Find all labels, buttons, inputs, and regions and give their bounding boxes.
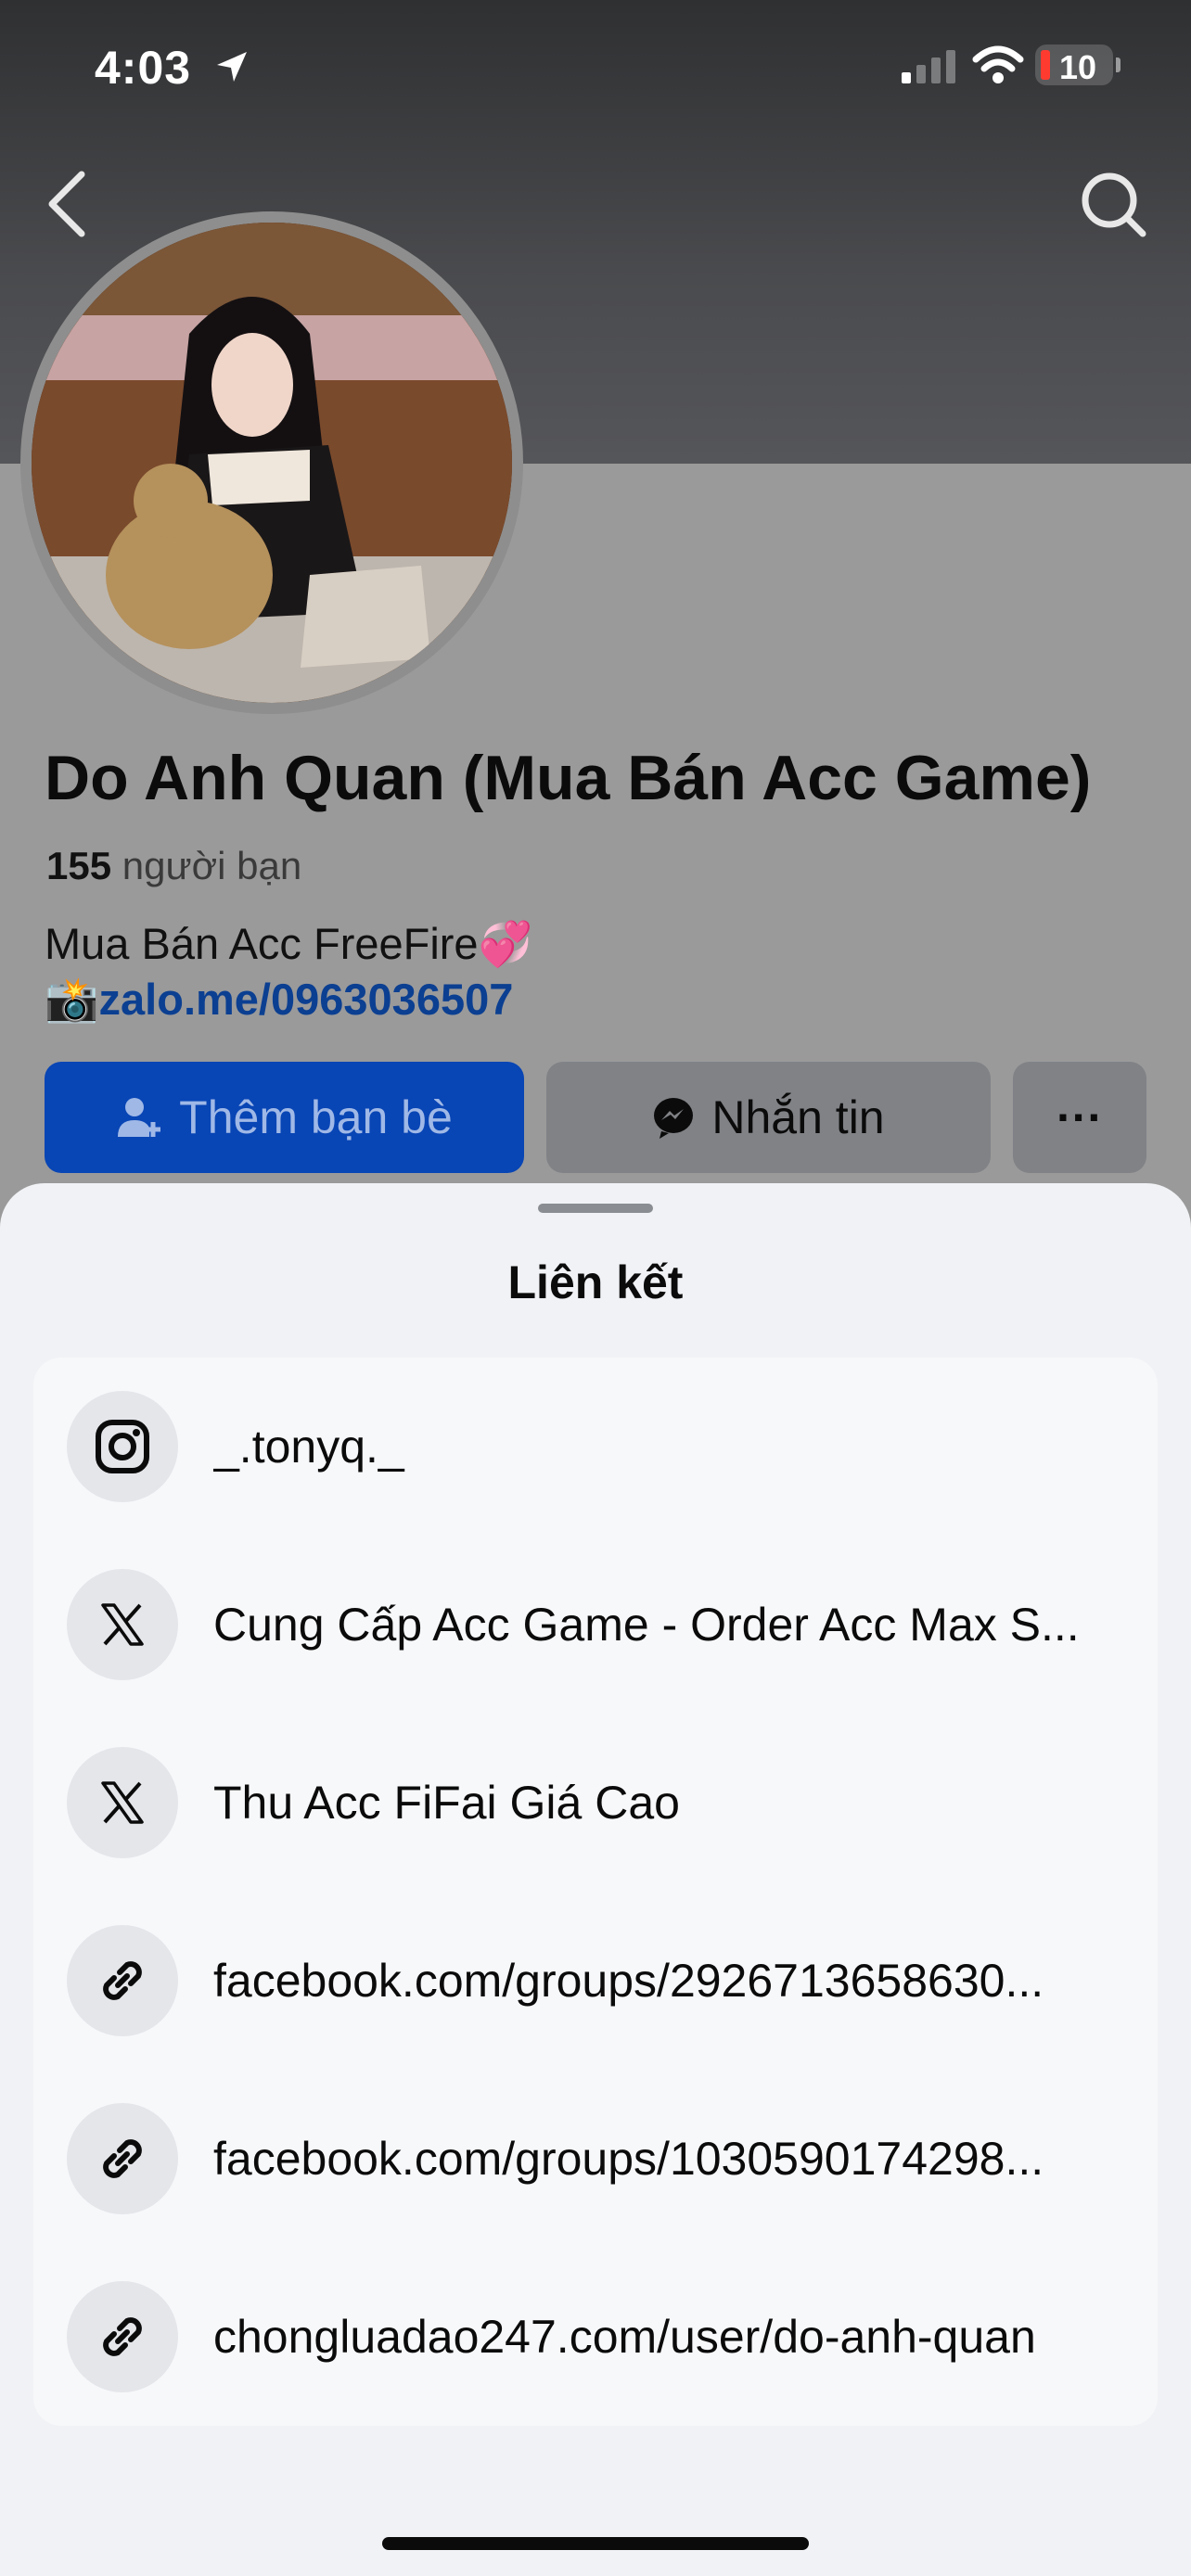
status-time: 4:03 bbox=[95, 42, 192, 94]
messenger-icon bbox=[654, 1098, 694, 1139]
link-row-x[interactable]: Thu Acc FiFai Giá Cao bbox=[33, 1714, 1158, 1892]
links-bottom-sheet: Liên kết _.tonyq._ Cung Cấp Acc Game - O… bbox=[0, 1183, 1191, 2576]
link-icon bbox=[67, 2103, 178, 2214]
bio-link[interactable]: zalo.me/0963036507 bbox=[99, 975, 514, 1024]
link-row-instagram[interactable]: _.tonyq._ bbox=[33, 1358, 1158, 1536]
sheet-title: Liên kết bbox=[507, 1256, 684, 1308]
cellular-signal-icon bbox=[902, 50, 955, 83]
links-list: _.tonyq._ Cung Cấp Acc Game - Order Acc … bbox=[33, 1358, 1158, 2426]
friends-count[interactable]: 155 người bạn bbox=[46, 844, 301, 888]
bio-text: Mua Bán Acc FreeFire💞 bbox=[45, 919, 533, 968]
link-row-url[interactable]: facebook.com/groups/1030590174298... bbox=[33, 2070, 1158, 2248]
home-indicator[interactable] bbox=[382, 2537, 809, 2550]
wifi-icon bbox=[972, 45, 1024, 83]
message-label: Nhắn tin bbox=[711, 1091, 885, 1143]
link-icon bbox=[67, 2281, 178, 2392]
battery-percent: 10 bbox=[1058, 48, 1097, 86]
link-row-x[interactable]: Cung Cấp Acc Game - Order Acc Max S... bbox=[33, 1536, 1158, 1714]
link-row-url[interactable]: facebook.com/groups/2926713658630... bbox=[33, 1892, 1158, 2070]
add-friend-label: Thêm bạn bè bbox=[179, 1091, 453, 1143]
friends-label: người bạn bbox=[122, 844, 302, 887]
search-icon[interactable] bbox=[1076, 167, 1150, 241]
sheet-grabber[interactable] bbox=[538, 1204, 653, 1213]
link-text: facebook.com/groups/1030590174298... bbox=[213, 2133, 1044, 2185]
friends-number: 155 bbox=[46, 844, 112, 887]
x-icon bbox=[67, 1569, 178, 1680]
link-icon bbox=[67, 1925, 178, 2036]
link-text: chongluadao247.com/user/do-anh-quan bbox=[213, 2311, 1036, 2363]
add-person-icon bbox=[118, 1098, 161, 1137]
link-text: Cung Cấp Acc Game - Order Acc Max S... bbox=[213, 1599, 1080, 1651]
battery-indicator: 10 bbox=[1035, 45, 1113, 86]
message-button[interactable]: Nhắn tin bbox=[546, 1062, 991, 1173]
location-arrow-icon bbox=[217, 52, 247, 82]
link-text: Thu Acc FiFai Giá Cao bbox=[213, 1777, 680, 1829]
instagram-icon bbox=[67, 1391, 178, 1502]
x-icon bbox=[67, 1747, 178, 1858]
profile-avatar[interactable] bbox=[20, 211, 523, 714]
battery-cap bbox=[1116, 57, 1121, 72]
add-friend-button[interactable]: Thêm bạn bè bbox=[45, 1062, 524, 1173]
link-text: facebook.com/groups/2926713658630... bbox=[213, 1955, 1044, 2007]
bio-link-line: 📸zalo.me/0963036507 bbox=[45, 974, 513, 1026]
camera-emoji-icon: 📸 bbox=[45, 975, 99, 1024]
more-options-button[interactable]: ··· bbox=[1013, 1062, 1146, 1173]
avatar-photo bbox=[32, 223, 512, 703]
link-text: _.tonyq._ bbox=[213, 1421, 404, 1473]
link-row-url[interactable]: chongluadao247.com/user/do-anh-quan bbox=[33, 2248, 1158, 2426]
back-chevron-icon[interactable] bbox=[41, 167, 96, 241]
status-bar: 4:03 10 bbox=[0, 0, 1191, 130]
profile-name: Do Anh Quan (Mua Bán Acc Game) bbox=[45, 743, 1092, 813]
